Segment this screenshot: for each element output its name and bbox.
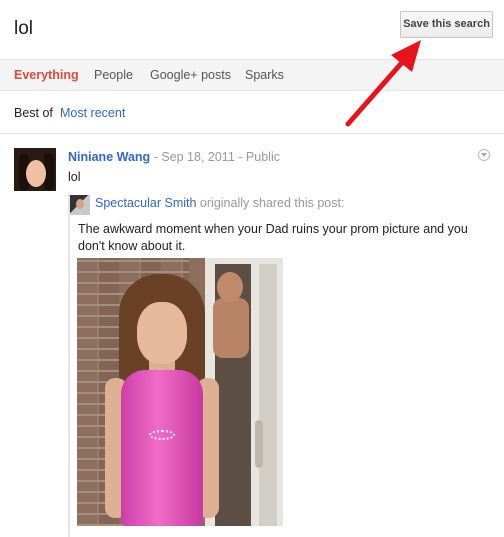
pink-dress xyxy=(121,370,203,526)
necklace xyxy=(149,430,175,440)
post-separator: - xyxy=(153,150,158,164)
save-search-button[interactable]: Save this search xyxy=(400,11,493,38)
post-header: Niniane Wang - Sep 18, 2011 - Public xyxy=(68,150,280,164)
girl-face xyxy=(137,302,187,364)
author-avatar[interactable] xyxy=(14,148,56,191)
reshare-author-name[interactable]: Spectacular Smith xyxy=(95,196,196,210)
reshare-divider xyxy=(68,193,70,537)
search-query-title: lol xyxy=(14,18,34,39)
reshare-attribution: Spectacular Smith originally shared this… xyxy=(95,196,344,210)
door-handle xyxy=(255,420,263,468)
dad-face xyxy=(217,272,243,302)
post-author-name[interactable]: Niniane Wang xyxy=(68,150,150,164)
tab-people[interactable]: People xyxy=(94,68,133,82)
reshare-text: The awkward moment when your Dad ruins y… xyxy=(78,222,468,253)
filter-best-of[interactable]: Best of xyxy=(14,106,53,120)
post-text: lol xyxy=(68,170,81,184)
dad-figure xyxy=(213,298,249,358)
door-glass-right xyxy=(259,264,277,526)
chevron-down-circle-icon[interactable] xyxy=(478,149,490,161)
post-date[interactable]: Sep 18, 2011 xyxy=(161,150,234,164)
filter-most-recent-link[interactable]: Most recent xyxy=(60,106,125,120)
post-separator: - xyxy=(238,150,243,164)
search-header: lol Save this search xyxy=(0,0,504,59)
tab-sparks[interactable]: Sparks xyxy=(245,68,284,82)
post-visibility[interactable]: Public xyxy=(246,150,280,164)
tab-everything[interactable]: Everything xyxy=(14,68,79,82)
reshare-suffix: originally shared this post: xyxy=(199,196,345,210)
prom-photo[interactable] xyxy=(77,258,283,526)
result-filter: Best of Most recent xyxy=(0,91,504,134)
reshare-author-avatar[interactable] xyxy=(70,195,90,215)
search-tabs: Everything People Google+ posts Sparks xyxy=(0,59,504,91)
tab-google-plus-posts[interactable]: Google+ posts xyxy=(150,68,231,82)
